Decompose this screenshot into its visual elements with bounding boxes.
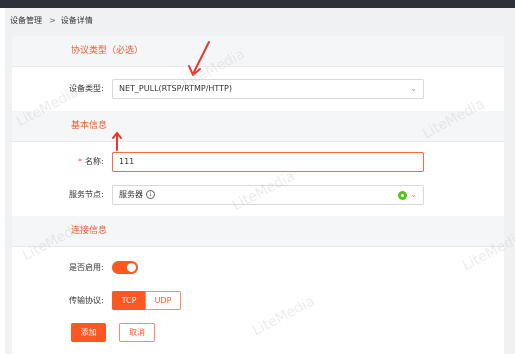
toggle-knob xyxy=(127,263,136,272)
section-protocol-type: 协议类型（必选） xyxy=(12,36,504,67)
top-bar xyxy=(0,0,515,8)
chevron-down-icon: ⌄ xyxy=(410,190,417,199)
breadcrumb: 设备管理 > 设备详情 xyxy=(10,13,93,29)
transport-label: 传输协议: xyxy=(69,296,104,305)
cancel-button[interactable]: 取消 xyxy=(119,323,155,342)
transport-option-udp[interactable]: UDP xyxy=(145,291,181,310)
name-label: * 名称: xyxy=(78,156,104,168)
annotation-arrow-icon xyxy=(188,41,210,76)
service-node-value: 服务器 xyxy=(119,190,143,199)
breadcrumb-separator: > xyxy=(49,16,56,25)
add-button[interactable]: 添加 xyxy=(71,323,106,342)
service-node-label: 服务节点: xyxy=(69,190,104,199)
breadcrumb-current: 设备详情 xyxy=(60,16,93,25)
breadcrumb-parent-link[interactable]: 设备管理 xyxy=(10,16,42,25)
chevron-down-icon: ⌄ xyxy=(410,84,417,93)
left-edge xyxy=(0,8,5,354)
device-type-select[interactable]: NET_PULL(RTSP/RTMP/HTTP) ⌄ xyxy=(112,79,424,99)
section-title-protocol-type: 协议类型（必选） xyxy=(71,46,144,56)
name-input[interactable]: 111 xyxy=(112,152,424,172)
name-input-value: 111 xyxy=(119,157,135,166)
device-type-value: NET_PULL(RTSP/RTMP/HTTP) xyxy=(119,84,232,93)
section-basic-info: 基本信息 xyxy=(12,111,504,142)
device-type-label: 设备类型: xyxy=(69,84,104,93)
section-title-connection-info: 连接信息 xyxy=(71,226,108,236)
section-connection-info: 连接信息 xyxy=(12,216,504,247)
required-mark: * xyxy=(78,157,82,166)
service-node-select[interactable]: 服务器 i ⌄ xyxy=(112,185,424,205)
annotation-arrow-icon xyxy=(112,132,122,151)
section-title-basic-info: 基本信息 xyxy=(71,121,108,131)
online-status-icon xyxy=(398,191,407,200)
enabled-label: 是否启用: xyxy=(69,263,104,272)
transport-option-tcp[interactable]: TCP xyxy=(112,291,146,310)
info-icon[interactable]: i xyxy=(146,190,155,199)
enabled-toggle[interactable] xyxy=(112,261,138,274)
name-label-text: 名称: xyxy=(85,157,104,166)
